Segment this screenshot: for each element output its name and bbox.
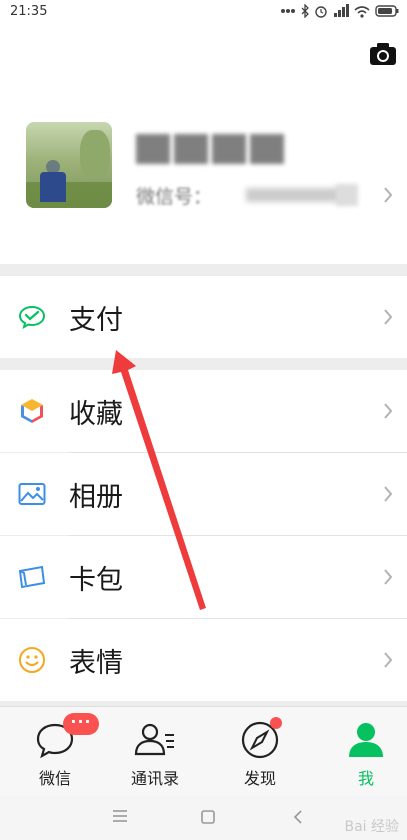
menu-item-label: 表情 bbox=[69, 647, 123, 679]
status-time: 21:35 bbox=[10, 3, 48, 19]
back-chevron-icon[interactable] bbox=[293, 810, 303, 824]
menu-item-album[interactable]: 相册 bbox=[0, 453, 407, 535]
wifi-icon bbox=[354, 5, 370, 18]
menu-item-favorites[interactable]: 收藏 bbox=[0, 370, 407, 452]
tab-label: 通讯录 bbox=[130, 769, 179, 788]
album-icon bbox=[18, 480, 46, 508]
wechat-id-label: 微信号： bbox=[136, 186, 213, 208]
unread-badge: ··· bbox=[63, 713, 99, 735]
sticker-smiley-icon bbox=[18, 646, 46, 674]
menu-item-label: 卡包 bbox=[69, 564, 123, 596]
status-bar: 21:35 bbox=[0, 0, 407, 22]
more-dots-icon bbox=[281, 9, 295, 13]
watermark: Bai 经验 bbox=[344, 819, 399, 835]
tab-chats[interactable]: ··· 微信 bbox=[5, 707, 105, 797]
card-wallet-icon bbox=[18, 563, 46, 591]
menu-item-card-wallet[interactable]: 卡包 bbox=[0, 536, 407, 618]
bluetooth-icon bbox=[301, 4, 309, 18]
chevron-right-icon bbox=[384, 187, 393, 203]
profile-name-pixelated bbox=[136, 134, 296, 168]
chevron-right-icon bbox=[384, 403, 393, 419]
camera-icon[interactable] bbox=[369, 42, 397, 66]
tab-discover[interactable]: 发现 bbox=[210, 707, 310, 797]
menu-item-label: 相册 bbox=[69, 481, 123, 513]
profile-header[interactable]: 微信号： bbox=[0, 22, 407, 264]
menu-lines-icon[interactable] bbox=[113, 810, 127, 822]
chevron-right-icon bbox=[384, 569, 393, 585]
wechat-pay-icon bbox=[18, 303, 46, 331]
system-nav-bar: Bai 经验 bbox=[0, 796, 407, 840]
battery-icon bbox=[375, 5, 399, 17]
tab-label: 微信 bbox=[38, 769, 71, 788]
tab-me[interactable]: 我 bbox=[316, 707, 407, 797]
contacts-icon bbox=[134, 723, 174, 756]
me-person-icon bbox=[349, 723, 383, 757]
menu-item-label: 收藏 bbox=[69, 398, 123, 430]
chevron-right-icon bbox=[384, 309, 393, 325]
chevron-right-icon bbox=[384, 652, 393, 668]
bottom-tab-bar: ··· 微信 通讯录 发现 我 bbox=[0, 706, 407, 796]
favorites-cube-icon bbox=[18, 397, 46, 425]
menu-item-stickers[interactable]: 表情 bbox=[0, 619, 407, 701]
avatar[interactable] bbox=[26, 122, 112, 208]
tab-contacts[interactable]: 通讯录 bbox=[105, 707, 205, 797]
signal-icon bbox=[334, 4, 349, 17]
chevron-right-icon bbox=[384, 486, 393, 502]
tab-label: 发现 bbox=[243, 769, 276, 788]
home-square-icon[interactable] bbox=[201, 810, 215, 824]
new-dot-badge bbox=[270, 717, 282, 729]
tab-label: 我 bbox=[357, 769, 374, 788]
menu-item-label: 支付 bbox=[69, 304, 123, 336]
wechat-id-row: 微信号： bbox=[136, 182, 376, 208]
menu-item-pay[interactable]: 支付 bbox=[0, 276, 407, 358]
alarm-icon bbox=[315, 6, 327, 18]
status-icons bbox=[280, 4, 399, 18]
